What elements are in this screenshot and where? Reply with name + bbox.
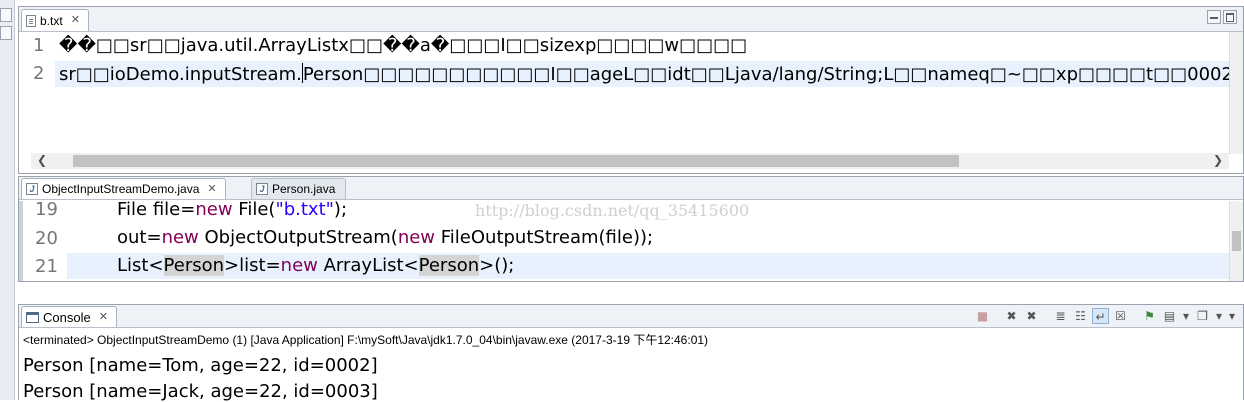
text-file-icon: [26, 14, 36, 27]
code-line-21: List<Person>list=new ArrayList<Person>()…: [117, 255, 514, 276]
code-text: ObjectOutputStream(: [198, 227, 398, 248]
keyword: new: [397, 227, 436, 248]
tab-person-java[interactable]: J Person.java: [251, 178, 347, 199]
keyword: new: [195, 201, 233, 220]
line-number: 2: [33, 63, 45, 84]
text-editor-content[interactable]: ��□□sr□□java.util.ArrayListx□□��a�□□□I□□…: [55, 32, 1229, 154]
terminate-icon[interactable]: ■: [974, 308, 991, 324]
code-text: File(: [232, 201, 276, 220]
tab-label: b.txt: [40, 13, 63, 28]
remove-launch-icon[interactable]: ✖: [1003, 308, 1020, 324]
console-pane: Console ✕ ■ ✖ ✖ ≣ ☷ ↵ ☒ ⚑ ▤ ▾ ❐ ▾ ▾ <ter…: [18, 304, 1244, 402]
console-output-line: Person [name=Jack, age=22, id=0003]: [23, 381, 378, 402]
java-editor-tabbar: J ObjectInputStreamDemo.java ✕ J Person.…: [19, 177, 1243, 200]
line-number: 19: [35, 199, 58, 220]
display-selected-console-icon[interactable]: ▤: [1161, 308, 1178, 324]
text-before-caret: sr□□ioDemo.inputStream.: [59, 64, 302, 85]
java-file-icon: J: [26, 183, 38, 195]
text-line: ��□□sr□□java.util.ArrayListx□□��a�□□□I□□…: [59, 35, 748, 56]
clear-console-icon[interactable]: ☒: [1112, 308, 1129, 324]
code-text: >list=: [224, 255, 281, 276]
scroll-right-icon[interactable]: ❯: [1213, 153, 1223, 167]
dropdown-icon[interactable]: ▾: [1181, 308, 1191, 324]
restore-icon[interactable]: [0, 26, 12, 40]
line-number: 1: [33, 35, 45, 56]
code-text: out=: [117, 227, 162, 248]
toolbar-separator: [1043, 308, 1049, 324]
console-toolbar: ■ ✖ ✖ ≣ ☷ ↵ ☒ ⚑ ▤ ▾ ❐ ▾ ▾: [974, 307, 1237, 325]
keyword: new: [280, 255, 318, 276]
toolbar-separator: [994, 308, 1000, 324]
java-editor-pane: J ObjectInputStreamDemo.java ✕ J Person.…: [18, 176, 1244, 282]
view-menu-icon[interactable]: ▾: [1227, 308, 1237, 324]
tab-label: ObjectInputStreamDemo.java: [42, 182, 200, 196]
dropdown-icon[interactable]: ▾: [1214, 308, 1224, 324]
code-text: FileOutputStream(file));: [435, 227, 654, 248]
toolbar-separator: [1132, 308, 1138, 324]
code-line-19: File file=new File("b.txt");: [117, 201, 347, 220]
console-icon: [26, 311, 39, 323]
java-code-content[interactable]: http://blog.csdn.net/qq_35415600 File fi…: [67, 201, 1229, 281]
line-number-gutter: 1 2: [31, 32, 55, 154]
console-status: <terminated> ObjectInputStreamDemo (1) […: [23, 333, 709, 347]
tab-b-txt[interactable]: b.txt ✕: [21, 9, 89, 31]
close-icon[interactable]: ✕: [207, 183, 216, 195]
vertical-scroll-thumb[interactable]: [1232, 231, 1241, 251]
code-line-20: out=new ObjectOutputStream(new FileOutpu…: [117, 227, 653, 248]
line-number: 20: [35, 228, 58, 249]
text-editor-pane: b.txt ✕ 1 2 ��□□sr□□java.util.ArrayListx…: [18, 6, 1244, 174]
open-console-icon[interactable]: ❐: [1194, 308, 1211, 324]
close-icon[interactable]: ✕: [71, 15, 80, 26]
vertical-scrollbar[interactable]: [1229, 201, 1243, 281]
tab-object-input-stream-demo[interactable]: J ObjectInputStreamDemo.java ✕: [21, 178, 226, 199]
java-file-icon: J: [256, 183, 268, 195]
window-controls: [1207, 10, 1237, 24]
horizontal-scroll-thumb[interactable]: [73, 155, 959, 167]
code-text: );: [333, 201, 348, 220]
maximize-icon[interactable]: [1223, 10, 1237, 24]
console-output-line: Person [name=Tom, age=22, id=0002]: [23, 355, 378, 376]
watermark-text: http://blog.csdn.net/qq_35415600: [475, 201, 750, 220]
text-line: sr□□ioDemo.inputStream.Person□□□□□□□□□□□…: [59, 63, 1229, 85]
restore-icon[interactable]: [0, 8, 12, 22]
occurrence-highlight: Person: [418, 255, 480, 276]
string-literal: "b.txt": [275, 201, 334, 220]
line-number: 21: [35, 256, 58, 277]
remove-all-terminated-icon[interactable]: ✖: [1023, 308, 1040, 324]
scroll-left-icon[interactable]: ❮: [37, 153, 47, 167]
word-wrap-icon[interactable]: ↵: [1092, 308, 1109, 324]
scroll-lock-icon[interactable]: ≣: [1052, 308, 1069, 324]
text-after-caret: Person□□□□□□□□□□□I□□ageL□□idt□□Ljava/lan…: [302, 64, 1229, 85]
horizontal-scrollbar[interactable]: ❮ ❯: [31, 153, 1229, 169]
line-number-gutter: 19 20 21: [23, 199, 63, 281]
minimize-icon[interactable]: [1207, 10, 1221, 24]
show-console-on-output-icon[interactable]: ☷: [1072, 308, 1089, 324]
overview-ruler: [19, 32, 31, 154]
console-tabbar: Console ✕ ■ ✖ ✖ ≣ ☷ ↵ ☒ ⚑ ▤ ▾ ❐ ▾ ▾: [19, 305, 1243, 328]
code-text: >();: [479, 255, 515, 276]
text-editor-tabbar: b.txt ✕: [19, 7, 1243, 32]
code-text: File file=: [117, 201, 196, 220]
pin-console-icon[interactable]: ⚑: [1141, 308, 1158, 324]
left-side-strip: [0, 0, 15, 400]
tab-console[interactable]: Console ✕: [21, 306, 117, 327]
code-text: List<: [117, 255, 164, 276]
code-text: ArrayList<: [317, 255, 419, 276]
vertical-scrollbar[interactable]: [1229, 32, 1243, 154]
tab-label: Console: [43, 309, 91, 325]
tab-label: Person.java: [272, 182, 336, 196]
close-icon[interactable]: ✕: [99, 311, 108, 323]
occurrence-highlight: Person: [163, 255, 225, 276]
keyword: new: [161, 227, 199, 248]
